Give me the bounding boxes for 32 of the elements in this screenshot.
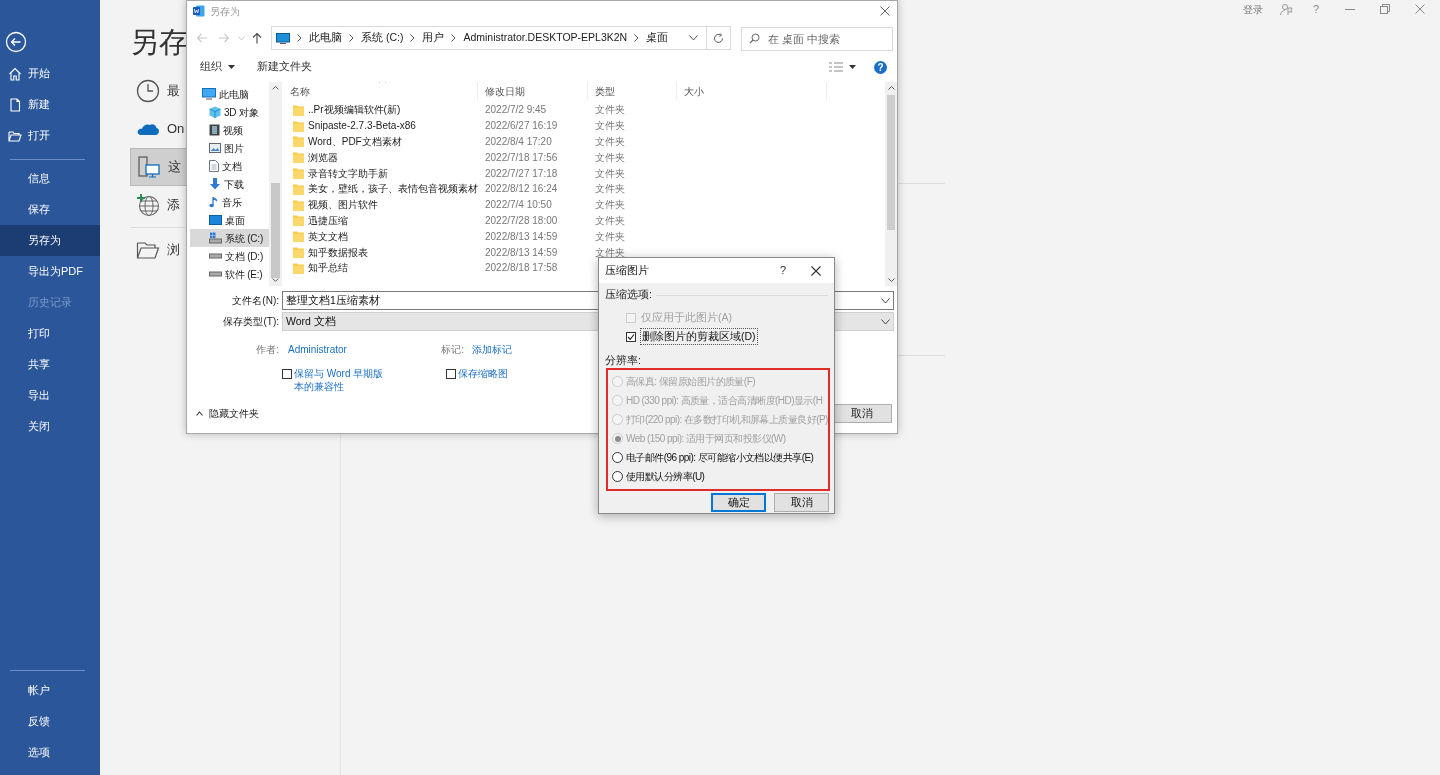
modified-date: 2022/8/18 17:58 <box>484 261 559 276</box>
radio-label: 高保真: 保留原始图片的质量(F) <box>626 375 755 389</box>
file-type: 文件夹 <box>594 103 626 118</box>
file-type: 文件夹 <box>594 245 626 260</box>
radio-label: Web (150 ppi): 适用于网页和投影仪(W) <box>626 432 786 446</box>
window-title: 压缩图片 <box>605 263 649 279</box>
window-title: 另存为 <box>210 4 240 19</box>
modified-date: 2022/7/28 18:00 <box>484 213 559 228</box>
modified-date: 2022/8/13 14:59 <box>484 245 559 260</box>
checkbox-label: 仅应用于此图片(A) <box>640 309 733 325</box>
modified-date: 2022/7/2 9:45 <box>484 103 548 118</box>
file-type: 文件夹 <box>594 166 626 181</box>
field-label: 标记: <box>440 342 464 357</box>
modified-date: 2022/7/27 17:18 <box>484 166 559 181</box>
file-type: 文件夹 <box>594 229 626 244</box>
file-type: 文件夹 <box>594 135 626 149</box>
modified-date: 2022/8/13 14:59 <box>484 229 559 244</box>
file-type: 文件夹 <box>594 150 626 165</box>
file-type: 文件夹 <box>594 213 626 228</box>
file-type: 文件夹 <box>594 198 626 213</box>
file-type: 文件夹 <box>594 119 626 134</box>
modified-date: 2022/6/27 16:19 <box>484 119 559 134</box>
file-type: 文件夹 <box>594 182 626 197</box>
section-label: 分辨率: <box>605 353 642 367</box>
field-label: 作者: <box>255 342 279 357</box>
modified-date: 2022/7/4 10:50 <box>484 198 553 213</box>
modified-date: 2022/8/4 17:20 <box>484 135 553 149</box>
modified-date: 2022/7/18 17:56 <box>484 150 559 165</box>
page-title: 另存 <box>130 25 188 57</box>
modified-date: 2022/8/12 16:24 <box>484 182 559 197</box>
field-label: 保存类型(T): <box>222 315 279 329</box>
field-label: 文件名(N): <box>231 294 279 308</box>
